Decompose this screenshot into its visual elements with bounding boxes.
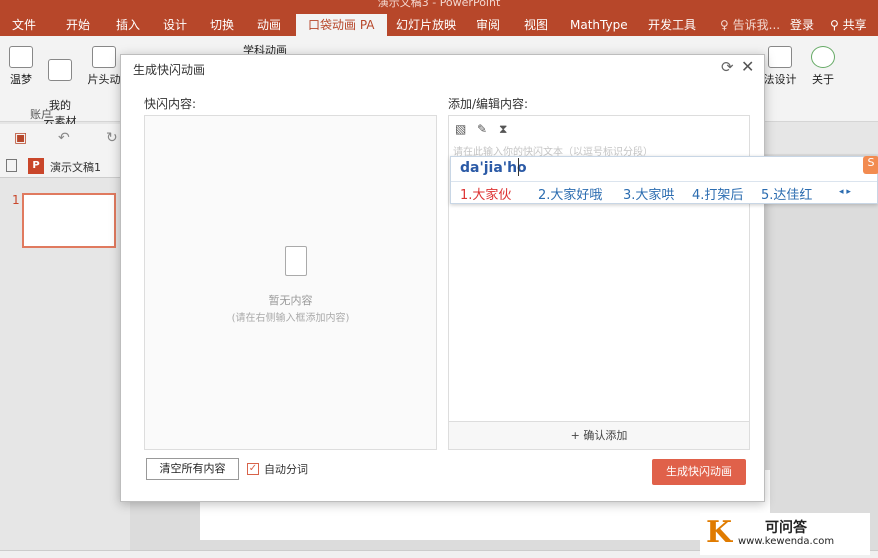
dialog-title: 生成快闪动画 (133, 63, 206, 77)
confirm-add-button[interactable]: + 确认添加 (449, 421, 749, 449)
warm-dream-button[interactable]: 温梦 (6, 46, 36, 87)
text-caret (518, 158, 519, 176)
sogou-logo-icon: S (863, 156, 878, 174)
user-avatar-icon (9, 46, 33, 68)
tab-developer[interactable]: 开发工具 (644, 14, 700, 36)
close-icon[interactable]: ✕ (741, 57, 754, 76)
ime-composition: da'jia'ho (460, 160, 527, 176)
tab-pocket-animation[interactable]: 口袋动画 PA (296, 14, 387, 36)
redo-icon[interactable]: ↻ (106, 130, 118, 146)
ime-page-arrows[interactable]: ◂ ▸ (839, 187, 851, 197)
share-label: 共享 (842, 18, 867, 32)
undo-icon[interactable]: ↶ (58, 130, 70, 146)
tab-view[interactable]: 视图 (520, 14, 552, 36)
ime-divider (451, 181, 877, 182)
tab-transitions[interactable]: 切换 (206, 14, 238, 36)
quick-access-toolbar: ▣ ↶ ↻ (0, 124, 130, 154)
design-button[interactable]: 法设计 (760, 46, 800, 87)
tab-file[interactable]: 文件 (8, 14, 40, 36)
watermark: K 可问答 www.kewenda.com (700, 513, 870, 555)
edit-content-label: 添加/编辑内容: (448, 97, 529, 111)
info-icon (811, 46, 835, 68)
flash-animation-dialog: 生成快闪动画 ⟳ ✕ 快闪内容: 添加/编辑内容: 暂无内容 (请在右侧输入框添… (120, 54, 765, 502)
ime-candidate-1[interactable]: 1.大家伙 (460, 184, 511, 203)
save-icon[interactable]: ▣ (14, 130, 27, 146)
login-button[interactable]: 登录 (790, 14, 814, 36)
ime-candidate-5[interactable]: 5.达佳红 (761, 184, 812, 203)
person-icon: ⚲ (830, 18, 839, 32)
tab-slideshow[interactable]: 幻灯片放映 (392, 14, 460, 36)
watermark-brand: 可问答 (765, 520, 807, 536)
document-icon (6, 159, 17, 172)
refresh-icon[interactable]: ⟳ (721, 58, 734, 76)
play-icon (92, 46, 116, 68)
tab-home[interactable]: 开始 (62, 14, 94, 36)
about-button[interactable]: 关于 (808, 46, 838, 87)
ribbon-tab-bar: 演示文稿3 - PowerPoint 文件 开始 插入 设计 切换 动画 口袋动… (0, 0, 878, 36)
about-label: 关于 (812, 73, 834, 86)
powerpoint-icon: P (28, 158, 44, 174)
tab-design[interactable]: 设计 (159, 14, 191, 36)
warm-dream-label: 温梦 (10, 73, 32, 86)
watermark-k-logo: K (706, 515, 733, 550)
document-tab[interactable]: P 演示文稿1 (0, 154, 130, 178)
empty-document-icon (285, 246, 307, 276)
empty-title: 暂无内容 (268, 294, 313, 307)
clear-all-button[interactable]: 清空所有内容 (146, 458, 239, 480)
account-group-label: 账户 (30, 108, 52, 121)
ime-candidate-window: da'jia'ho 1.大家伙 2.大家好哦 3.大家哄 4.打架后 5.达佳红… (450, 156, 878, 204)
share-button[interactable]: ⚲ 共享 (830, 14, 867, 36)
auto-segment-checkbox[interactable]: ✓ (247, 463, 259, 475)
flash-content-list: 暂无内容 (请在右侧输入框添加内容) (144, 115, 437, 450)
slide-thumbnail[interactable] (22, 193, 116, 248)
lightbulb-icon: ♀ (720, 18, 729, 32)
auto-segment-label: 自动分词 (264, 463, 308, 476)
cloud-folder-icon (48, 59, 72, 81)
generate-button[interactable]: 生成快闪动画 (652, 459, 746, 485)
ime-candidate-4[interactable]: 4.打架后 (692, 184, 743, 203)
tell-me-search[interactable]: ♀ 告诉我... (720, 14, 780, 36)
magic-wand-icon (768, 46, 792, 68)
tab-mathtype[interactable]: MathType (566, 14, 632, 36)
image-icon[interactable]: ▧ (455, 122, 466, 136)
design-label: 法设计 (763, 73, 797, 86)
title-animation-label: 片头动 (87, 73, 121, 86)
tab-insert[interactable]: 插入 (112, 14, 144, 36)
title-animation-button[interactable]: 片头动 (86, 46, 122, 87)
hourglass-icon[interactable]: ⧗ (499, 122, 507, 137)
slide-number: 1 (12, 193, 20, 207)
empty-hint: (请在右侧输入框添加内容) (231, 313, 350, 324)
ime-candidate-2[interactable]: 2.大家好哦 (538, 184, 602, 203)
eyedropper-icon[interactable]: ✎ (477, 122, 487, 136)
ime-candidate-3[interactable]: 3.大家哄 (623, 184, 674, 203)
watermark-url: www.kewenda.com (738, 536, 835, 547)
tab-review[interactable]: 审阅 (472, 14, 504, 36)
document-name: 演示文稿1 (50, 161, 101, 174)
window-title: 演示文稿3 - PowerPoint (377, 0, 501, 9)
tell-me-label: 告诉我... (732, 18, 781, 32)
tab-animations[interactable]: 动画 (253, 14, 285, 36)
flash-content-label: 快闪内容: (144, 97, 197, 111)
